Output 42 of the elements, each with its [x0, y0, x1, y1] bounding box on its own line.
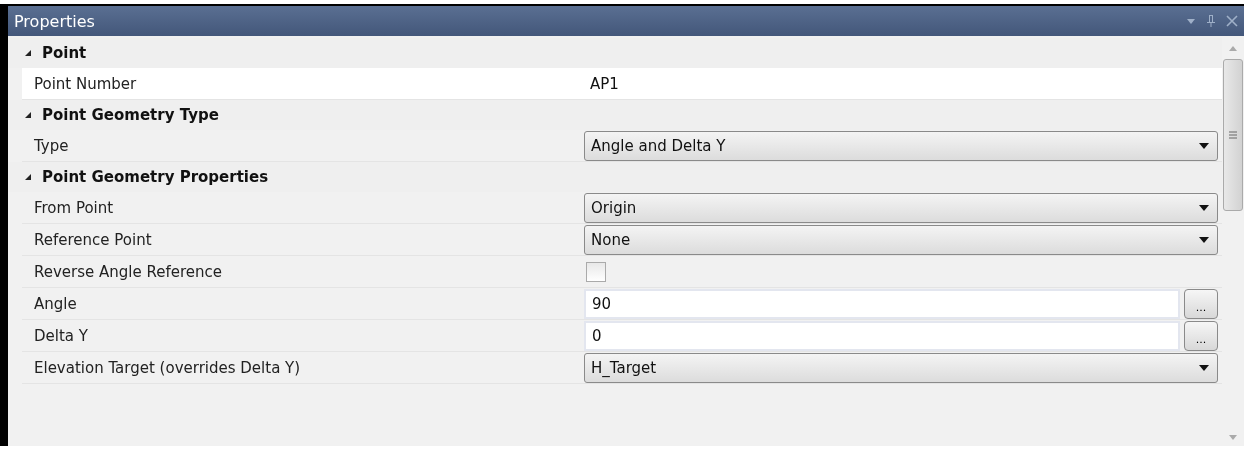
pin-icon[interactable] [1206, 14, 1216, 28]
value-field[interactable]: 0 [584, 320, 1180, 351]
property-label: Angle [33, 294, 78, 313]
caret-icon[interactable] [1199, 364, 1209, 371]
close-icon[interactable] [1226, 15, 1238, 27]
expander-icon[interactable] [24, 173, 32, 181]
property-row[interactable]: Type Angle and Delta Y [22, 130, 1222, 162]
scroll-down-icon[interactable] [1229, 435, 1237, 440]
property-label: Reference Point [33, 230, 153, 249]
property-label: Point Number [33, 74, 138, 93]
property-label: Elevation Target (overrides Delta Y) [33, 358, 302, 377]
category-name: Point [42, 44, 87, 62]
dropdown-field[interactable]: H_Target [584, 352, 1218, 383]
category-name: Point Geometry Type [42, 106, 219, 124]
property-row[interactable]: From Point Origin [22, 192, 1222, 224]
ellipsis-button[interactable]: ... [1184, 288, 1218, 319]
dropdown-field[interactable]: None [584, 224, 1218, 255]
property-row[interactable]: Elevation Target (overrides Delta Y) H_Target [22, 352, 1222, 384]
property-row[interactable]: Reference Point None [22, 224, 1222, 256]
property-row[interactable]: Angle 90 ... [22, 288, 1222, 320]
dropdown-field[interactable]: Angle and Delta Y [584, 130, 1218, 161]
value-field[interactable]: AP1 [584, 74, 619, 93]
expander-icon[interactable] [24, 49, 32, 57]
expander-icon[interactable] [24, 111, 32, 119]
property-label: Delta Y [33, 326, 89, 345]
property-row[interactable]: Delta Y 0 ... [22, 320, 1222, 352]
value-field[interactable]: 90 [584, 288, 1180, 319]
caret-icon[interactable] [1199, 236, 1209, 243]
dropdown-field[interactable]: Origin [584, 192, 1218, 223]
window-title: Properties [14, 11, 95, 31]
ellipsis-button[interactable]: ... [1184, 320, 1218, 351]
property-row[interactable]: Point Number AP1 [22, 68, 1222, 100]
checkbox[interactable] [586, 261, 606, 282]
category-name: Point Geometry Properties [42, 168, 269, 186]
caret-icon[interactable] [1199, 204, 1209, 211]
scroll-up-icon[interactable] [1229, 46, 1237, 51]
property-label: From Point [33, 198, 115, 217]
caret-icon[interactable] [1199, 142, 1209, 149]
property-label: Reverse Angle Reference [33, 262, 224, 281]
property-label: Type [33, 136, 70, 155]
scroll-thumb[interactable] [1223, 59, 1243, 211]
dropdown-icon[interactable] [1186, 17, 1196, 25]
